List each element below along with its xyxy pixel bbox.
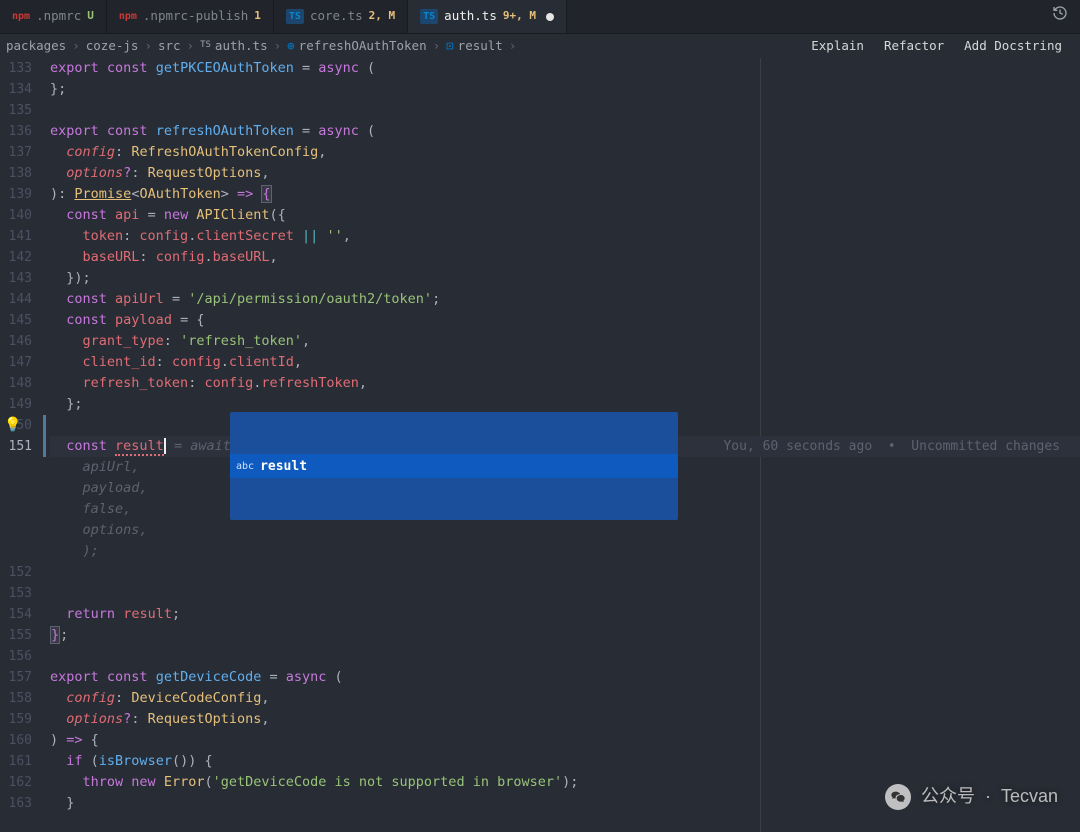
- tab-label: core.ts: [310, 7, 363, 26]
- npm-icon: npm: [12, 9, 30, 24]
- status-badge: 2, M: [369, 8, 396, 25]
- editor-tab-bar: npm .npmrc U npm .npmrc-publish 1 TS cor…: [0, 0, 1080, 34]
- code-area[interactable]: export const getPKCEOAuthToken = async (…: [50, 58, 1080, 832]
- ts-icon: TS: [420, 9, 438, 24]
- autocomplete-popup[interactable]: abc result: [230, 412, 678, 520]
- gutter: 1331341351361371381391401411421431441451…: [0, 58, 50, 832]
- autocomplete-item[interactable]: abc result: [230, 454, 678, 478]
- breadcrumb: packages› coze-js› src› TSauth.ts› ⊕refr…: [0, 34, 1080, 58]
- status-badge: 9+, M: [503, 8, 536, 25]
- breadcrumb-item[interactable]: src: [158, 37, 181, 56]
- tab-auth-ts[interactable]: TS auth.ts 9+, M: [408, 0, 567, 33]
- symbol-text-icon: abc: [236, 456, 254, 477]
- tab-npmrc-publish[interactable]: npm .npmrc-publish 1: [107, 0, 274, 33]
- breadcrumb-item[interactable]: packages: [6, 37, 66, 56]
- breadcrumb-item[interactable]: TSauth.ts: [200, 37, 268, 56]
- code-editor[interactable]: 1331341351361371381391401411421431441451…: [0, 58, 1080, 832]
- tab-label: .npmrc: [36, 7, 81, 26]
- status-badge: U: [87, 8, 94, 25]
- git-blame-annotation: You, 60 seconds ago • Uncommitted change…: [723, 436, 1060, 457]
- npm-icon: npm: [119, 9, 137, 24]
- ts-icon: TS: [286, 9, 304, 24]
- breadcrumb-symbol[interactable]: ⊕refreshOAuthToken: [287, 37, 426, 56]
- tab-npmrc[interactable]: npm .npmrc U: [0, 0, 107, 33]
- breadcrumb-symbol[interactable]: ⊡result: [446, 37, 503, 56]
- codelens-docstring[interactable]: Add Docstring: [964, 37, 1062, 56]
- tab-label: auth.ts: [444, 7, 497, 26]
- codelens-refactor[interactable]: Refactor: [884, 37, 944, 56]
- tab-label: .npmrc-publish: [143, 7, 248, 26]
- tab-core-ts[interactable]: TS core.ts 2, M: [274, 0, 408, 33]
- lightbulb-icon[interactable]: 💡: [4, 415, 22, 436]
- codelens-explain[interactable]: Explain: [811, 37, 864, 56]
- tab-actions: [1040, 0, 1080, 33]
- status-badge: 1: [254, 8, 261, 25]
- dirty-indicator-icon: [546, 13, 554, 21]
- watermark: 公众号 · Tecvan: [885, 783, 1058, 810]
- autocomplete-label: result: [260, 456, 307, 477]
- wechat-icon: [885, 784, 911, 810]
- breadcrumb-item[interactable]: coze-js: [86, 37, 139, 56]
- history-icon[interactable]: [1052, 5, 1068, 28]
